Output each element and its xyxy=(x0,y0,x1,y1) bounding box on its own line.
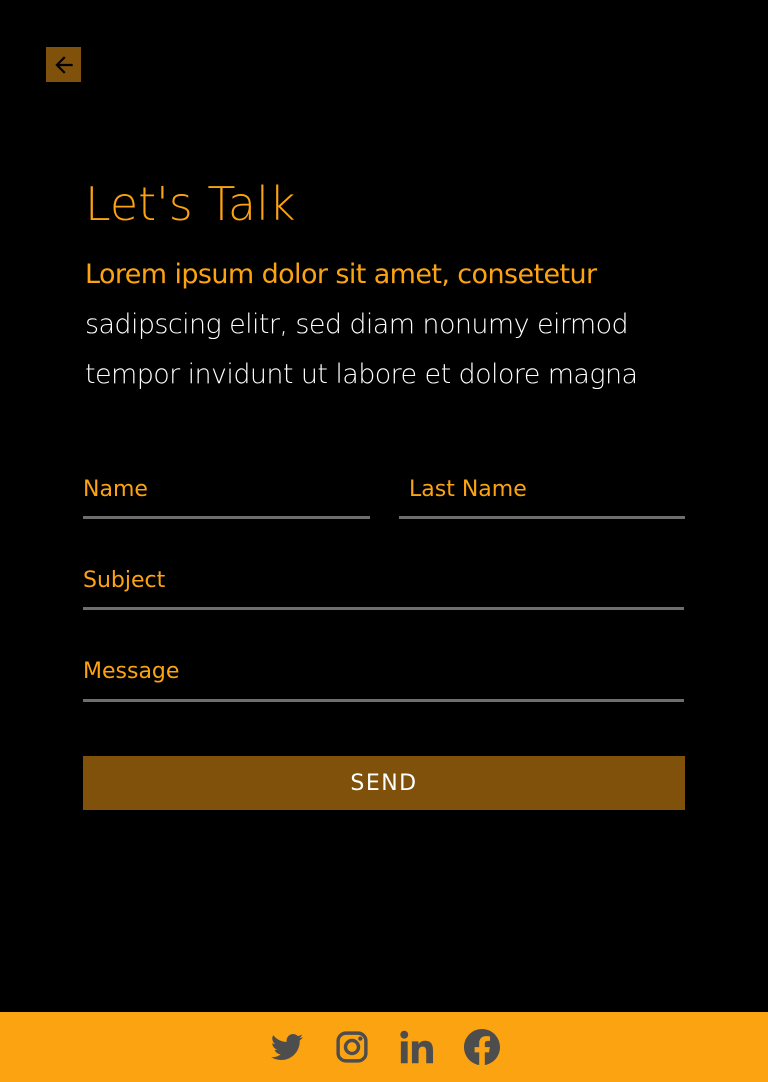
instagram-link[interactable] xyxy=(333,1029,370,1066)
subject-input[interactable] xyxy=(83,553,684,607)
intro-line: sadipscing elitr, sed diam nonumy eirmod xyxy=(85,309,629,340)
twitter-link[interactable] xyxy=(268,1029,305,1066)
facebook-link[interactable] xyxy=(463,1029,500,1066)
linkedin-icon xyxy=(399,1030,433,1064)
arrow-left-icon xyxy=(54,55,73,74)
intro-highlight: Lorem ipsum dolor sit amet, consetetur xyxy=(85,259,597,290)
last-name-field-wrapper xyxy=(399,462,685,519)
message-input[interactable] xyxy=(83,644,684,699)
first-name-input[interactable] xyxy=(83,462,370,516)
linkedin-link[interactable] xyxy=(398,1029,435,1066)
back-button[interactable] xyxy=(46,47,81,82)
social-footer xyxy=(0,1012,768,1082)
facebook-icon xyxy=(463,1029,500,1065)
instagram-icon xyxy=(335,1031,368,1063)
last-name-input[interactable] xyxy=(399,462,685,516)
message-field-wrapper xyxy=(83,644,684,702)
subject-field-wrapper xyxy=(83,553,684,610)
send-button[interactable]: SEND xyxy=(83,756,685,810)
twitter-icon xyxy=(270,1033,303,1060)
page-title: Let's Talk xyxy=(85,177,296,231)
first-name-field-wrapper xyxy=(83,462,370,519)
intro-text: Lorem ipsum dolor sit amet, consetetur s… xyxy=(85,250,705,400)
intro-line: tempor invidunt ut labore et dolore magn… xyxy=(85,359,638,390)
